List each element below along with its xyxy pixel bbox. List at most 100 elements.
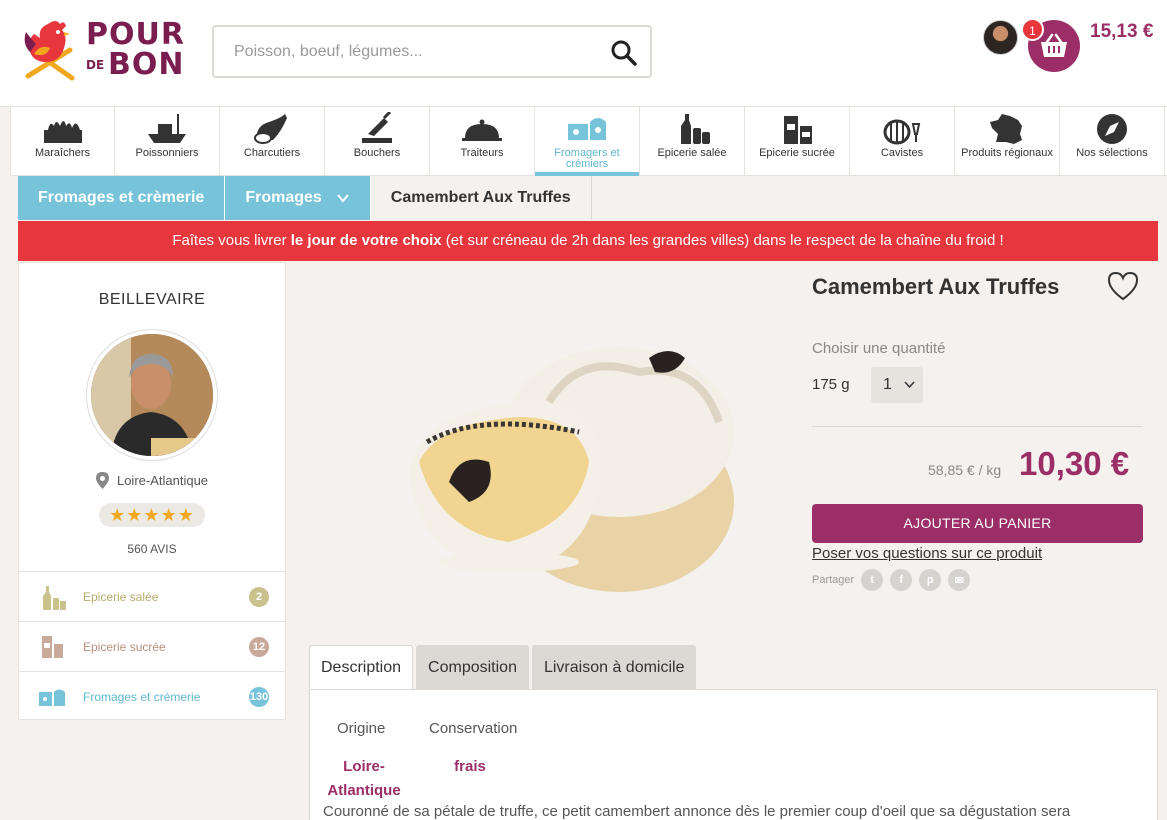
- twitter-icon[interactable]: t: [861, 569, 884, 591]
- conservation-value: frais: [454, 758, 486, 775]
- tab-description[interactable]: Description: [309, 645, 414, 690]
- bottles-icon: [681, 114, 710, 144]
- cart-total[interactable]: 15,13 €: [1090, 21, 1153, 43]
- product-tabs: Description Composition Livraison à domi…: [309, 645, 699, 690]
- breadcrumb-fromages[interactable]: Fromages: [225, 176, 371, 220]
- nav-item-epicerie-sucree[interactable]: Epicerie sucrée: [745, 107, 850, 176]
- nav-label: Nos sélections: [1076, 147, 1148, 159]
- pinterest-icon[interactable]: p: [919, 569, 942, 591]
- seller-category-count: 130: [249, 686, 269, 707]
- chevron-down-icon: [904, 381, 915, 389]
- logo-text: POUR DE BON: [86, 16, 185, 82]
- seller-photo[interactable]: [87, 330, 217, 460]
- cheese-icon: [568, 118, 606, 140]
- seller-location-label: Loire-Atlantique: [116, 473, 209, 488]
- tab-livraison[interactable]: Livraison à domicile: [531, 645, 697, 689]
- cloche-icon: [462, 119, 502, 141]
- cart-count-badge: 1: [1021, 18, 1044, 41]
- banner-text-after: (et sur créneau de 2h dans les grandes v…: [441, 232, 1004, 249]
- banner-text-before: Faîtes vous livrer: [172, 232, 291, 249]
- logo-word-pour: POUR: [86, 16, 185, 52]
- email-icon[interactable]: ✉: [948, 569, 971, 591]
- product-image[interactable]: [379, 292, 779, 622]
- basket-icon: [1041, 33, 1067, 57]
- quantity-select[interactable]: 1: [871, 367, 923, 403]
- nav-label: Traiteurs: [460, 147, 504, 159]
- cheese-icon: [39, 689, 65, 706]
- product-description: Couronné de sa pétale de truffe, ce peti…: [323, 803, 1071, 820]
- review-count[interactable]: 560 AVIS: [19, 542, 285, 556]
- header: POUR DEBON 1 15,13 €: [0, 0, 1167, 107]
- origin-label: Origine: [337, 720, 386, 737]
- jars-icon: [42, 635, 63, 658]
- nav-item-produits-regionaux[interactable]: Produits régionaux: [955, 107, 1060, 176]
- nav-item-charcutiers[interactable]: Charcutiers: [220, 107, 325, 176]
- seller-category-label: Fromages et crèmerie: [83, 689, 201, 704]
- breadcrumb: Fromages et crèmerie Fromages Camembert …: [18, 176, 1158, 220]
- ask-question-link[interactable]: Poser vos questions sur ce produit: [812, 545, 1042, 562]
- nav-item-cavistes[interactable]: Cavistes: [850, 107, 955, 176]
- delivery-banner: Faîtes vous livrer le jour de votre choi…: [18, 221, 1158, 261]
- france-map-icon: [990, 114, 1022, 144]
- nav-label: Maraîchers: [34, 147, 91, 159]
- seller-category-list: Epicerie salée 2 Epicerie sucrée 12 From…: [19, 571, 285, 721]
- logo[interactable]: POUR DE BON: [20, 12, 190, 87]
- ham-icon: [254, 114, 287, 144]
- share-label: Partager: [812, 574, 855, 586]
- search-icon[interactable]: [610, 39, 638, 67]
- product-title: Camembert Aux Truffes: [812, 274, 1060, 299]
- jars-icon: [784, 116, 812, 144]
- nav-item-poissonniers[interactable]: Poissonniers: [115, 107, 220, 176]
- nav-label: Cavistes: [880, 147, 924, 159]
- seller-category-count: 2: [249, 586, 269, 607]
- banner-text-bold: le jour de votre choix: [290, 232, 442, 249]
- quantity-value: 1: [883, 376, 892, 393]
- nav-label: Epicerie sucrée: [759, 147, 835, 159]
- logo-word-de: DE: [86, 57, 105, 72]
- seller-portrait-image: [91, 334, 213, 456]
- nav-item-epicerie-salee[interactable]: Epicerie salée: [640, 107, 745, 176]
- search-box: [212, 25, 652, 78]
- compass-icon: [1097, 114, 1127, 144]
- seller-category-label: Epicerie sucrée: [83, 639, 166, 654]
- seller-category-count: 12: [249, 636, 269, 657]
- tab-composition[interactable]: Composition: [416, 645, 529, 689]
- rooster-logo-icon: [24, 20, 75, 80]
- bottles-icon: [43, 585, 66, 610]
- nav-label: Charcutiers: [243, 147, 301, 159]
- nav-item-nos-selections[interactable]: Nos sélections: [1060, 107, 1165, 176]
- favorite-heart-icon[interactable]: [1106, 270, 1140, 302]
- origin-value-line1: Loire-: [343, 758, 385, 775]
- facebook-icon[interactable]: f: [890, 569, 913, 591]
- nav-label: Epicerie salée: [657, 147, 727, 159]
- search-input[interactable]: [234, 40, 594, 64]
- add-to-cart-button[interactable]: AJOUTER AU PANIER: [812, 504, 1143, 543]
- nav-item-fromagers[interactable]: Fromagers et crémiers: [535, 107, 640, 176]
- nav-item-bouchers[interactable]: Bouchers: [325, 107, 430, 176]
- seller-category-label: Epicerie salée: [83, 589, 159, 604]
- quantity-prompt: Choisir une quantité: [812, 340, 946, 357]
- logo-word-bon: BON: [108, 46, 185, 82]
- seller-category-epicerie-sucree[interactable]: Epicerie sucrée 12: [19, 621, 285, 671]
- product-price: 10,30 €: [1019, 445, 1130, 482]
- share-bar: Partager t f p ✉: [812, 569, 971, 591]
- price-per-kg: 58,85 € / kg: [928, 462, 1002, 478]
- breadcrumb-fromages-label: Fromages: [245, 189, 322, 206]
- breadcrumb-current: Camembert Aux Truffes: [370, 176, 592, 220]
- vegetable-crate-icon: [43, 121, 82, 143]
- nav-item-traiteurs[interactable]: Traiteurs: [430, 107, 535, 176]
- seller-category-fromages[interactable]: Fromages et crèmerie 130: [19, 671, 285, 721]
- category-nav: Maraîchers Poissonniers Charcutiers Bouc…: [10, 107, 1167, 176]
- user-avatar[interactable]: [983, 20, 1018, 55]
- seller-name[interactable]: BEILLEVAIRE: [19, 291, 285, 309]
- product-weight: 175 g: [812, 376, 850, 393]
- conservation-label: Conservation: [429, 720, 518, 737]
- breadcrumb-fromages-cremerie[interactable]: Fromages et crèmerie: [18, 176, 226, 220]
- tab-panel-description: Origine Conservation Loire- Atlantique f…: [309, 689, 1158, 820]
- nav-label: Produits régionaux: [961, 147, 1053, 159]
- nav-item-maraichers[interactable]: Maraîchers: [10, 107, 115, 176]
- boat-icon: [148, 114, 186, 143]
- rating-stars: ★★★★★: [99, 503, 205, 527]
- seller-category-epicerie-salee[interactable]: Epicerie salée 2: [19, 571, 285, 621]
- nav-label: Bouchers: [353, 147, 401, 159]
